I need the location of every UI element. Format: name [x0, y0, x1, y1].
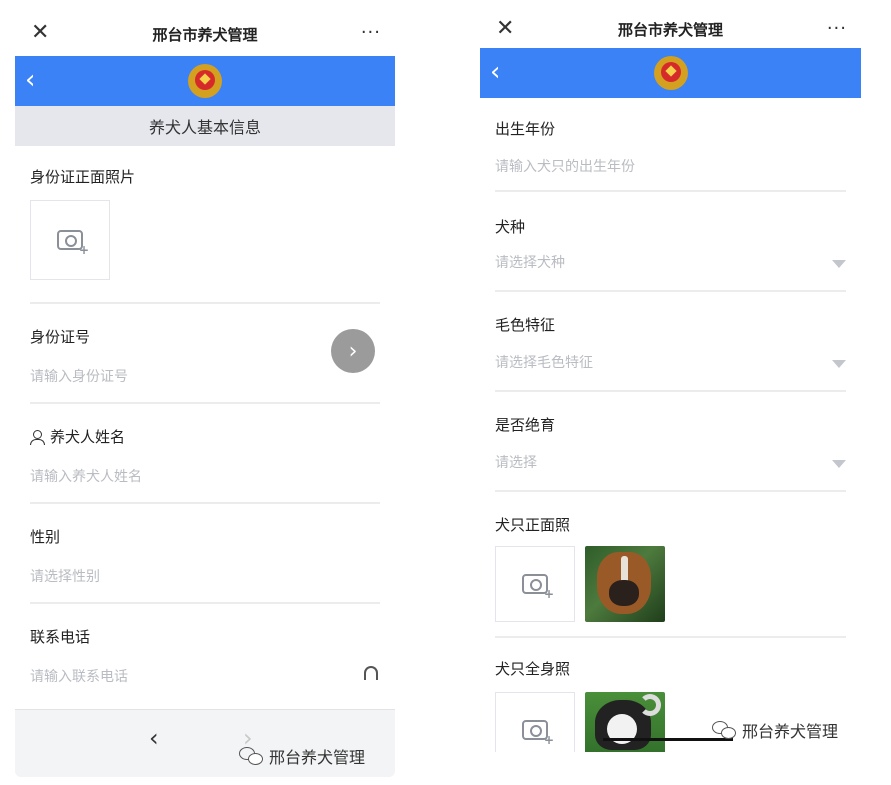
- owner-name-label-wrap: 养犬人姓名: [30, 426, 125, 447]
- close-icon[interactable]: ✕: [496, 16, 514, 42]
- right-screen: ✕ 邢台市养犬管理 ··· ‹ 出生年份 请输入犬只的出生年份 犬种 请选择犬种…: [480, 10, 861, 752]
- right-header-bar: ‹: [480, 48, 861, 98]
- sterilized-label: 是否绝育: [495, 416, 556, 434]
- dropdown-arrow-icon[interactable]: [832, 260, 846, 268]
- bottom-nav: ‹ › 邢台养犬管理: [15, 709, 395, 777]
- back-icon[interactable]: ‹: [25, 66, 35, 94]
- page-title: 邢台市养犬管理: [617, 20, 723, 39]
- dog-full-photo[interactable]: [585, 692, 665, 752]
- phone-input[interactable]: 请输入联系电话: [30, 666, 128, 686]
- camera-icon: [57, 230, 89, 256]
- user-icon: [30, 429, 45, 445]
- id-photo-label: 身份证正面照片: [30, 168, 136, 186]
- front-photo-field: 犬只正面照: [495, 492, 846, 638]
- front-photo-label: 犬只正面照: [495, 516, 571, 534]
- watermark: 邢台养犬管理: [239, 744, 365, 768]
- right-topbar: ✕ 邢台市养犬管理 ···: [480, 10, 861, 48]
- id-photo-upload[interactable]: [30, 200, 110, 280]
- coat-color-label: 毛色特征: [495, 316, 556, 334]
- birth-year-input[interactable]: 请输入犬只的出生年份: [495, 156, 635, 176]
- id-number-field: 身份证号 请输入身份证号 ›: [30, 304, 380, 404]
- phone-field: 联系电话 请输入联系电话: [30, 604, 380, 704]
- gender-select[interactable]: 请选择性别: [30, 566, 100, 586]
- wechat-icon: [239, 747, 263, 765]
- police-emblem-icon: [653, 56, 688, 90]
- id-photo-field: 身份证正面照片: [30, 146, 380, 304]
- page-title: 邢台市养犬管理: [152, 25, 258, 44]
- police-emblem-icon: [188, 64, 222, 98]
- left-header-bar: ‹: [15, 56, 395, 106]
- close-icon[interactable]: ✕: [31, 20, 49, 46]
- watermark-text: 邢台养犬管理: [742, 722, 839, 741]
- dog-muzzle: [609, 580, 639, 606]
- more-icon[interactable]: ···: [827, 16, 847, 42]
- dropdown-arrow-icon[interactable]: [832, 360, 846, 368]
- more-icon[interactable]: ···: [361, 20, 381, 46]
- left-topbar: ✕ 邢台市养犬管理 ···: [15, 12, 395, 56]
- wechat-icon: [712, 721, 736, 739]
- owner-name-input[interactable]: 请输入养犬人姓名: [30, 466, 142, 486]
- id-number-input[interactable]: 请输入身份证号: [30, 366, 128, 386]
- dog-front-photo[interactable]: [585, 546, 665, 622]
- watermark-text: 邢台养犬管理: [269, 748, 366, 767]
- watermark: 邢台养犬管理: [712, 718, 838, 742]
- coat-color-field: 毛色特征 请选择毛色特征: [495, 292, 846, 392]
- breed-select[interactable]: 请选择犬种: [495, 252, 565, 272]
- owner-name-field: 养犬人姓名 请输入养犬人姓名: [30, 404, 380, 504]
- dog-tail: [639, 694, 661, 716]
- section-title: 养犬人基本信息: [15, 106, 395, 146]
- full-photo-label: 犬只全身照: [495, 660, 571, 678]
- id-number-label: 身份证号: [30, 328, 91, 346]
- breed-field: 犬种 请选择犬种: [495, 192, 846, 292]
- gender-label: 性别: [30, 528, 61, 546]
- birth-year-label: 出生年份: [495, 120, 556, 138]
- phone-label: 联系电话: [30, 628, 91, 646]
- sterilized-select[interactable]: 请选择: [495, 452, 537, 472]
- chevron-right-icon[interactable]: ›: [331, 329, 375, 373]
- nav-back-button[interactable]: ‹: [149, 724, 159, 752]
- camera-icon: [522, 720, 554, 746]
- camera-icon: [522, 574, 554, 600]
- breed-label: 犬种: [495, 218, 526, 236]
- headset-icon[interactable]: [364, 666, 378, 680]
- dropdown-arrow-icon[interactable]: [832, 460, 846, 468]
- gender-field: 性别 请选择性别: [30, 504, 380, 604]
- left-screen: ✕ 邢台市养犬管理 ··· ‹ 养犬人基本信息 身份证正面照片 身份证号 请输入…: [15, 12, 395, 777]
- coat-color-select[interactable]: 请选择毛色特征: [495, 352, 593, 372]
- front-photo-upload[interactable]: [495, 546, 575, 622]
- sterilized-field: 是否绝育 请选择: [495, 392, 846, 492]
- full-photo-upload[interactable]: [495, 692, 575, 752]
- birth-year-field: 出生年份 请输入犬只的出生年份: [495, 98, 846, 192]
- owner-name-label: 养犬人姓名: [50, 428, 126, 446]
- back-icon[interactable]: ‹: [490, 58, 500, 86]
